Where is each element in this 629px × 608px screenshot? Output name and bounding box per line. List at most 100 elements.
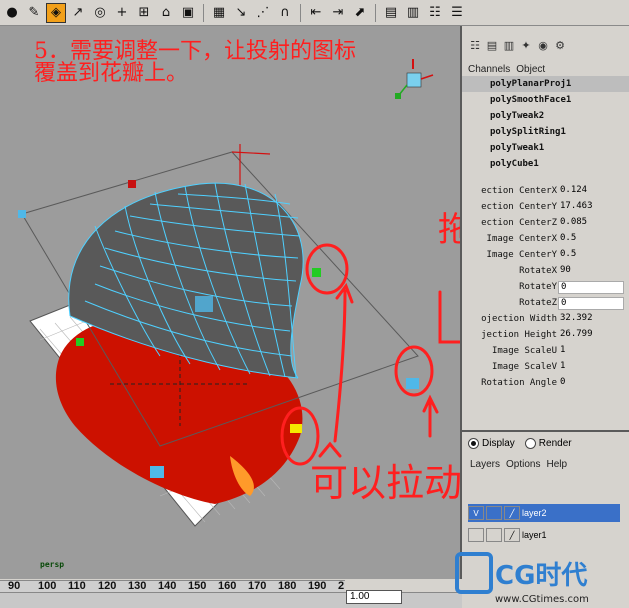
render-icon[interactable]: ◉	[536, 38, 550, 52]
attribute-value[interactable]: 0	[558, 297, 624, 310]
menu-channels[interactable]: Channels	[468, 64, 510, 75]
magnet-icon[interactable]: ▣	[178, 3, 198, 23]
attribute-editor-icon[interactable]: ▤	[485, 38, 499, 52]
menu-layers[interactable]: Layers	[470, 459, 500, 470]
channel-attribute[interactable]: jection Height 26.799	[464, 328, 629, 344]
channel-attribute[interactable]: Image CenterX 0.5	[464, 232, 629, 248]
attribute-label: RotateX	[519, 266, 557, 276]
attribute-value[interactable]: 17.463	[558, 201, 624, 214]
manip-handle	[312, 268, 321, 277]
color-swatch[interactable]: ╱	[504, 528, 520, 542]
history-node[interactable]: polyPlanarProj1	[462, 76, 629, 92]
manip-handle	[76, 338, 84, 346]
ipr-icon[interactable]: ✦	[519, 38, 533, 52]
attribute-value[interactable]: 90	[558, 265, 624, 278]
attribute-label: ection CenterZ	[481, 218, 557, 228]
channel-box-icon[interactable]: ☷	[468, 38, 482, 52]
display-radio[interactable]: Display	[468, 438, 515, 449]
current-frame-field[interactable]: 1.00	[346, 590, 402, 604]
history-node[interactable]: polySplitRing1	[462, 124, 629, 140]
magnet-snap-icon[interactable]: ∩	[275, 3, 295, 23]
tutorial-line2: 覆盖到花瓣上。	[34, 61, 189, 86]
snap-curve-icon[interactable]: ↘	[231, 3, 251, 23]
attribute-editor-icon[interactable]: ☰	[447, 3, 467, 23]
ruler-tick: 130	[128, 580, 147, 592]
attribute-value[interactable]: 26.799	[558, 329, 624, 342]
ruler-tick: 150	[188, 580, 207, 592]
history-node[interactable]: polyCube1	[462, 156, 629, 172]
ipr-icon[interactable]: ▥	[403, 3, 423, 23]
settings-icon[interactable]: ⚙	[553, 38, 567, 52]
layer-row[interactable]: ╱ layer1	[468, 526, 620, 544]
channel-attribute[interactable]: ection CenterX 0.124	[464, 184, 629, 200]
visibility-toggle[interactable]	[468, 528, 484, 542]
attribute-value[interactable]: 1	[558, 361, 624, 374]
display-label: Display	[482, 438, 515, 450]
render-icon[interactable]: ⬈	[350, 3, 370, 23]
channel-attribute[interactable]: Rotation Angle 0	[464, 376, 629, 392]
svg-text:CG时代: CG时代	[495, 561, 587, 591]
menu-help[interactable]: Help	[546, 459, 567, 470]
lock-icon[interactable]: ⌂	[156, 3, 176, 23]
history-icon[interactable]: ⇤	[306, 3, 326, 23]
channel-attribute[interactable]: ojection Width 32.392	[464, 312, 629, 328]
attribute-value[interactable]: 0	[558, 377, 624, 390]
channel-attribute[interactable]: RotateY 0	[464, 280, 629, 296]
type-toggle[interactable]	[486, 528, 502, 542]
select-tool-icon[interactable]: ●	[2, 3, 22, 23]
type-toggle[interactable]	[486, 506, 502, 520]
attribute-value[interactable]: 32.392	[558, 313, 624, 326]
channel-box-icon[interactable]: ☷	[425, 3, 445, 23]
frame-icon[interactable]: ⇥	[328, 3, 348, 23]
channel-attribute[interactable]: RotateZ 0	[464, 296, 629, 312]
manip-handle	[150, 466, 164, 478]
menu-object[interactable]: Object	[516, 64, 545, 75]
render-label: Render	[538, 438, 572, 450]
plus-icon[interactable]: +	[112, 3, 132, 23]
layer-name: layer1	[522, 530, 547, 540]
attribute-value[interactable]: 0.5	[558, 249, 624, 262]
channel-attribute[interactable]: Image ScaleU 1	[464, 344, 629, 360]
film-icon[interactable]: ▤	[381, 3, 401, 23]
attribute-label: Rotation Angle	[481, 378, 557, 388]
color-swatch[interactable]: ╱	[504, 506, 520, 520]
attribute-value[interactable]: 0.5	[558, 233, 624, 246]
history-node-list: polyPlanarProj1 polySmoothFace1 polyTwea…	[462, 76, 629, 172]
channel-attribute[interactable]: ection CenterZ 0.085	[464, 216, 629, 232]
attribute-value[interactable]: 0.085	[558, 217, 624, 230]
manip-axis-x	[231, 151, 271, 155]
ruler-tick: 180	[278, 580, 297, 592]
channel-attribute[interactable]: Image ScaleV 1	[464, 360, 629, 376]
layer-row[interactable]: V ╱ layer2	[468, 504, 620, 522]
lasso-tool-icon[interactable]: ✎	[24, 3, 44, 23]
snap-point-icon[interactable]: ⋰	[253, 3, 273, 23]
perspective-viewport[interactable]: 拖拽！ 可以拉动的 persp	[0, 26, 462, 579]
channel-attribute[interactable]: ection CenterY 17.463	[464, 200, 629, 216]
visibility-toggle[interactable]: V	[468, 506, 484, 520]
tool-settings-icon[interactable]: ▥	[502, 38, 516, 52]
attribute-value[interactable]: 0	[558, 281, 624, 294]
mesh-icon[interactable]: ▦	[209, 3, 229, 23]
ruler-tick: 90	[8, 580, 21, 592]
attribute-value[interactable]: 0.124	[558, 185, 624, 198]
paint-select-icon[interactable]: ◈	[46, 2, 66, 23]
camera-label: persp	[40, 560, 65, 569]
menu-options[interactable]: Options	[506, 459, 540, 470]
attribute-value[interactable]: 1	[558, 345, 624, 358]
panel-header: ☷ ▤ ▥ ✦ ◉ ⚙	[462, 34, 629, 56]
channel-attribute[interactable]: RotateX 90	[464, 264, 629, 280]
history-node[interactable]: polyTweak2	[462, 108, 629, 124]
channel-attribute[interactable]: Image CenterY 0.5	[464, 248, 629, 264]
ruler-tick: 160	[218, 580, 237, 592]
history-node[interactable]: polyTweak1	[462, 140, 629, 156]
attribute-label: Image CenterX	[486, 234, 557, 244]
target-icon[interactable]: ◎	[90, 3, 110, 23]
ruler-tick: 100	[38, 580, 57, 592]
attribute-label: Image ScaleV	[491, 362, 557, 372]
curve-tool-icon[interactable]: ↗	[68, 3, 88, 23]
render-radio[interactable]: Render	[524, 438, 572, 450]
attribute-label: Image ScaleU	[491, 346, 557, 356]
grid-icon[interactable]: ⊞	[134, 3, 154, 23]
history-node[interactable]: polySmoothFace1	[462, 92, 629, 108]
tutorial-caption: 5．需要调整一下，让投射的图标 覆盖到花瓣上。	[34, 41, 356, 85]
